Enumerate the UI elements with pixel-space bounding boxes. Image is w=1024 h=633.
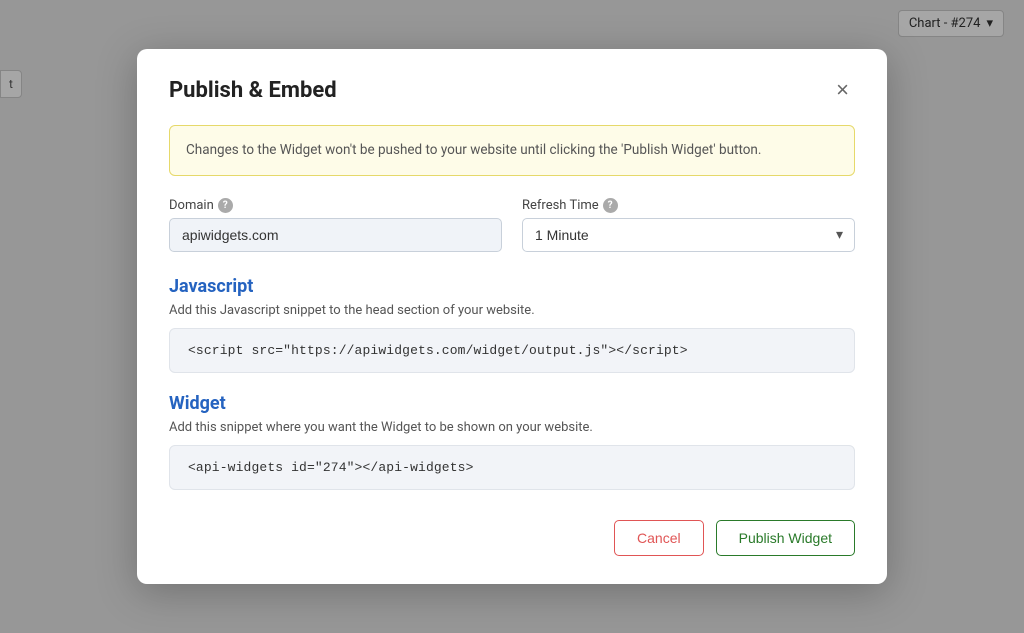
refresh-help-icon[interactable]: ? [603,198,618,213]
javascript-code-block: <script src="https://apiwidgets.com/widg… [169,328,855,373]
form-row: Domain ? Refresh Time ? 1 Minute 5 Minut… [169,198,855,252]
refresh-label: Refresh Time ? [522,198,855,213]
widget-code-block: <api-widgets id="274"></api-widgets> [169,445,855,490]
domain-label-text: Domain [169,198,214,213]
cancel-button[interactable]: Cancel [614,520,704,556]
domain-help-icon[interactable]: ? [218,198,233,213]
javascript-desc: Add this Javascript snippet to the head … [169,303,855,318]
modal-footer: Cancel Publish Widget [169,510,855,556]
widget-desc: Add this snippet where you want the Widg… [169,420,855,435]
javascript-heading: Javascript [169,276,855,297]
close-button[interactable]: × [830,77,855,103]
modal-overlay: Publish & Embed × Changes to the Widget … [0,0,1024,633]
javascript-code: <script src="https://apiwidgets.com/widg… [188,343,688,358]
warning-text: Changes to the Widget won't be pushed to… [186,142,761,158]
widget-section: Widget Add this snippet where you want t… [169,393,855,490]
domain-field-group: Domain ? [169,198,502,252]
refresh-field-group: Refresh Time ? 1 Minute 5 Minutes 15 Min… [522,198,855,252]
publish-widget-button[interactable]: Publish Widget [716,520,855,556]
widget-code: <api-widgets id="274"></api-widgets> [188,460,474,475]
domain-input[interactable] [169,218,502,252]
widget-heading: Widget [169,393,855,414]
javascript-section: Javascript Add this Javascript snippet t… [169,276,855,373]
modal-header: Publish & Embed × [169,77,855,103]
refresh-select-wrapper: 1 Minute 5 Minutes 15 Minutes 30 Minutes… [522,218,855,252]
refresh-label-text: Refresh Time [522,198,599,213]
warning-banner: Changes to the Widget won't be pushed to… [169,125,855,175]
modal-title: Publish & Embed [169,78,337,103]
refresh-select[interactable]: 1 Minute 5 Minutes 15 Minutes 30 Minutes… [522,218,855,252]
publish-embed-modal: Publish & Embed × Changes to the Widget … [137,49,887,583]
domain-label: Domain ? [169,198,502,213]
